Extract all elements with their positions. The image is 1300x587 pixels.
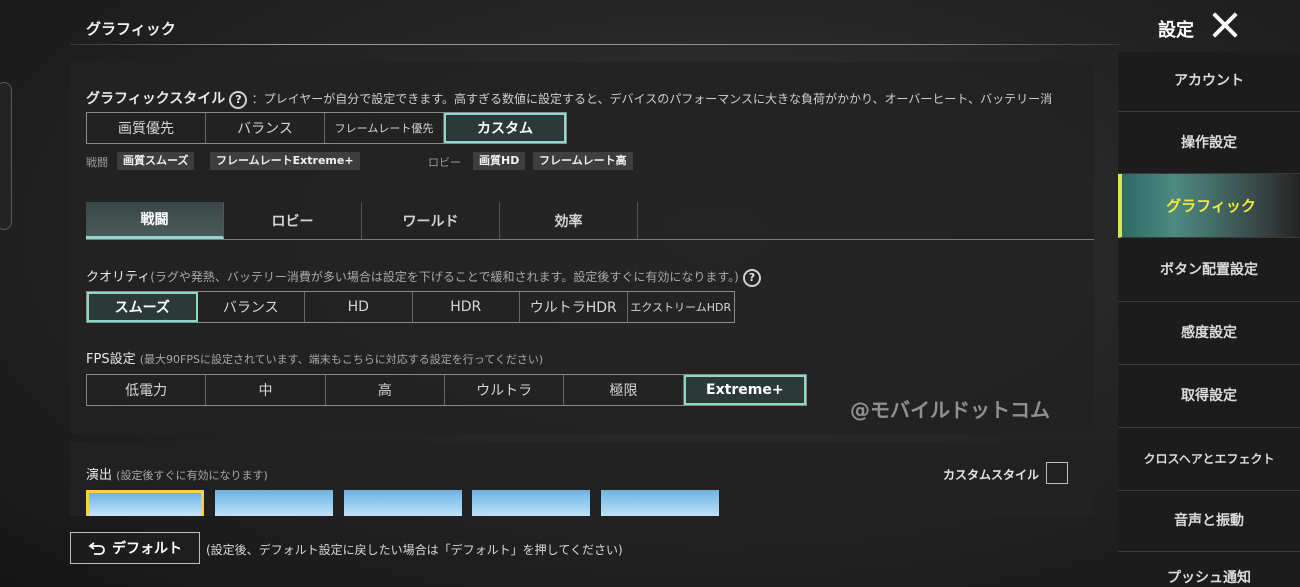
quality-row: クオリティ(ラグや発熱、バッテリー消費が多い場合は設定を下げることで緩和されます… bbox=[86, 266, 761, 287]
fps-option-ultra[interactable]: ウルトラ bbox=[445, 375, 565, 405]
fps-selector: 低電力 中 高 ウルトラ 極限 Extreme+ bbox=[86, 374, 807, 406]
quality-option-ultra-hdr[interactable]: ウルトラHDR bbox=[520, 292, 628, 322]
preset-lobby-fps: フレームレート高 bbox=[533, 152, 633, 170]
quality-help-icon[interactable]: ? bbox=[742, 268, 761, 287]
sidebar-item-button-layout[interactable]: ボタン配置設定 bbox=[1118, 240, 1300, 302]
close-icon[interactable] bbox=[1210, 10, 1240, 40]
tab-efficiency[interactable]: 効率 bbox=[500, 202, 638, 239]
fps-row: FPS設定 (最大90FPSに設定されています、端末もこちらに対応する設定を行っ… bbox=[86, 348, 543, 367]
quality-option-hdr[interactable]: HDR bbox=[413, 292, 520, 322]
quality-option-smooth[interactable]: スムーズ bbox=[87, 292, 198, 322]
sidebar-item-controls[interactable]: 操作設定 bbox=[1118, 113, 1300, 174]
sidebar-item-pickup[interactable]: 取得設定 bbox=[1118, 366, 1300, 428]
fps-option-high[interactable]: 高 bbox=[326, 375, 445, 405]
page-title: グラフィック bbox=[86, 20, 176, 38]
quality-option-extreme-hdr[interactable]: エクストリームHDR bbox=[628, 292, 735, 322]
quality-option-balance[interactable]: バランス bbox=[198, 292, 305, 322]
sidebar-item-account[interactable]: アカウント bbox=[1118, 52, 1300, 112]
effects-panel: 演出 (設定後すぐに有効になります) カスタムスタイル bbox=[70, 442, 1094, 516]
quality-note: (ラグや発熱、バッテリー消費が多い場合は設定を下げることで緩和されます。設定後す… bbox=[150, 270, 739, 284]
graphic-style-description: ：プレイヤーが自分で設定できます。高すぎる数値に設定すると、デバイスのパフォーマ… bbox=[251, 92, 1053, 106]
graphics-settings-panel: グラフィックスタイル ? ：プレイヤーが自分で設定できます。高すぎる数値に設定す… bbox=[70, 62, 1094, 434]
style-option-framerate[interactable]: フレームレート優先 bbox=[325, 113, 444, 143]
graphic-style-row: グラフィックスタイル ? ：プレイヤーが自分で設定できます。高すぎる数値に設定す… bbox=[86, 88, 1052, 109]
fps-option-extreme-plus[interactable]: Extreme+ bbox=[683, 375, 806, 405]
style-option-quality[interactable]: 画質優先 bbox=[87, 113, 206, 143]
preset-battle-fps: フレームレートExtreme+ bbox=[210, 152, 360, 170]
sidebar-item-crosshair[interactable]: クロスヘアとエフェクト bbox=[1118, 429, 1300, 491]
settings-title: 設定 bbox=[1158, 20, 1194, 41]
watermark-text: @モバイルドットコム bbox=[850, 398, 1050, 422]
effects-note: (設定後すぐに有効になります) bbox=[116, 469, 268, 482]
default-button[interactable]: デフォルト bbox=[70, 532, 200, 564]
preset-lobby-label: ロビー bbox=[428, 156, 461, 169]
preset-battle-label: 戦闘 bbox=[86, 156, 108, 169]
preset-battle-quality: 画質スムーズ bbox=[117, 152, 195, 170]
fps-label: FPS設定 bbox=[86, 352, 136, 367]
fps-option-extreme[interactable]: 極限 bbox=[564, 375, 684, 405]
custom-style-checkbox[interactable] bbox=[1046, 462, 1068, 484]
effect-thumbnail[interactable] bbox=[601, 490, 719, 516]
header-divider bbox=[70, 44, 1120, 45]
effect-thumbnail[interactable] bbox=[215, 490, 333, 516]
sidebar-item-push[interactable]: プッシュ通知 bbox=[1118, 567, 1300, 587]
default-note: (設定後、デフォルト設定に戻したい場合は「デフォルト」を押してください) bbox=[206, 543, 623, 557]
fps-option-low-power[interactable]: 低電力 bbox=[87, 375, 207, 405]
effect-thumbnail[interactable] bbox=[344, 490, 462, 516]
graphic-style-selector: 画質優先 バランス フレームレート優先 カスタム bbox=[86, 112, 567, 144]
preset-lobby-quality: 画質HD bbox=[473, 152, 526, 170]
sidebar-item-graphics[interactable]: グラフィック bbox=[1118, 174, 1300, 238]
sidebar-item-audio[interactable]: 音声と振動 bbox=[1118, 492, 1300, 552]
sidebar-item-sensitivity[interactable]: 感度設定 bbox=[1118, 303, 1300, 365]
graphic-style-label: グラフィックスタイル bbox=[86, 91, 226, 107]
effects-label: 演出 bbox=[86, 468, 113, 483]
effect-thumbnail[interactable] bbox=[86, 490, 204, 516]
settings-sidebar: アカウント 操作設定 グラフィック ボタン配置設定 感度設定 取得設定 クロスヘ… bbox=[1118, 52, 1300, 587]
quality-label: クオリティ bbox=[86, 270, 151, 285]
undo-arrow-icon bbox=[88, 542, 105, 555]
quality-selector: スムーズ バランス HD HDR ウルトラHDR エクストリームHDR bbox=[86, 291, 735, 323]
fps-note: (最大90FPSに設定されています、端末もこちらに対応する設定を行ってください) bbox=[139, 353, 544, 366]
quality-option-hd[interactable]: HD bbox=[305, 292, 413, 322]
custom-style-label: カスタムスタイル bbox=[943, 468, 1040, 482]
tab-world[interactable]: ワールド bbox=[362, 202, 500, 239]
default-button-label: デフォルト bbox=[112, 541, 182, 557]
style-option-balance[interactable]: バランス bbox=[206, 113, 325, 143]
mode-tabs: 戦闘 ロビー ワールド 効率 bbox=[86, 202, 1094, 240]
fps-option-medium[interactable]: 中 bbox=[206, 375, 326, 405]
effect-thumbnail[interactable] bbox=[472, 490, 590, 516]
tab-battle[interactable]: 戦闘 bbox=[86, 202, 224, 239]
tab-lobby[interactable]: ロビー bbox=[224, 202, 362, 239]
side-drawer-handle[interactable] bbox=[0, 82, 12, 230]
graphic-style-help-icon[interactable]: ? bbox=[229, 90, 248, 109]
style-option-custom[interactable]: カスタム bbox=[444, 113, 566, 143]
effects-row: 演出 (設定後すぐに有効になります) bbox=[86, 464, 268, 483]
